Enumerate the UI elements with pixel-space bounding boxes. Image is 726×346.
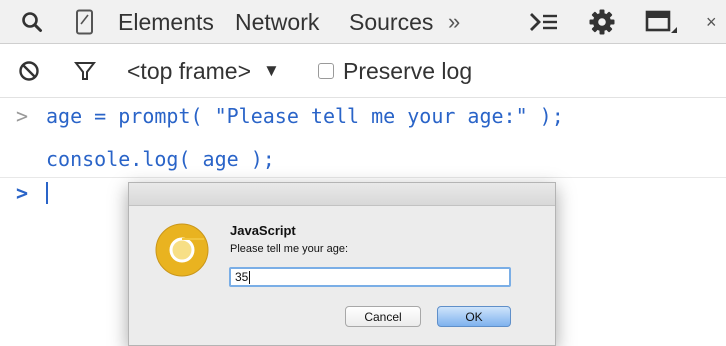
frame-selector-label: <top frame>: [127, 57, 252, 84]
preserve-log-label: Preserve log: [343, 57, 473, 84]
search-icon[interactable]: [20, 0, 44, 44]
text-cursor: [249, 270, 251, 284]
tab-elements[interactable]: Elements: [118, 0, 214, 44]
ok-button[interactable]: OK: [437, 306, 511, 327]
console-code: console.log( age );: [46, 147, 275, 171]
settings-gear-icon[interactable]: [588, 0, 616, 44]
chrome-canary-logo-icon: [155, 223, 209, 277]
dialog-title-bar: [129, 183, 555, 206]
cancel-button[interactable]: Cancel: [345, 306, 421, 327]
text-cursor: [46, 182, 48, 204]
devtools-toolbar: Elements Network Sources » ×: [0, 0, 726, 44]
preserve-log-toggle[interactable]: Preserve log: [318, 44, 472, 98]
console-drawer-icon[interactable]: [529, 0, 559, 44]
frame-selector[interactable]: <top frame> ▼: [127, 44, 280, 98]
console-code: age = prompt( "Please tell me your age:"…: [46, 104, 564, 128]
console-input-line: console.log( age );: [0, 142, 726, 176]
tab-sources[interactable]: Sources: [349, 0, 433, 44]
dock-side-icon[interactable]: [645, 0, 679, 44]
age-input-field[interactable]: 35: [229, 267, 511, 287]
prompt-chevron-icon: >: [16, 181, 29, 205]
tab-network[interactable]: Network: [235, 0, 319, 44]
dialog-message: Please tell me your age:: [230, 243, 349, 255]
prompt-chevron-icon: >: [16, 104, 29, 128]
console-filter-bar: <top frame> ▼ Preserve log: [0, 44, 726, 98]
filter-icon[interactable]: [74, 44, 96, 98]
javascript-prompt-dialog: JavaScript Please tell me your age: 35 C…: [128, 182, 556, 346]
dropdown-arrow-icon: ▼: [263, 61, 280, 80]
close-icon[interactable]: ×: [706, 0, 717, 44]
device-mode-icon[interactable]: [75, 0, 95, 44]
console-input-line: > age = prompt( "Please tell me your age…: [0, 99, 726, 133]
more-tabs-chevron[interactable]: »: [448, 0, 460, 44]
dialog-title: JavaScript: [230, 223, 296, 238]
clear-console-icon[interactable]: [18, 44, 40, 98]
preserve-log-checkbox[interactable]: [318, 63, 334, 79]
age-input-value: 35: [235, 270, 249, 284]
ok-button-label: OK: [465, 309, 483, 324]
cancel-button-label: Cancel: [364, 309, 402, 324]
